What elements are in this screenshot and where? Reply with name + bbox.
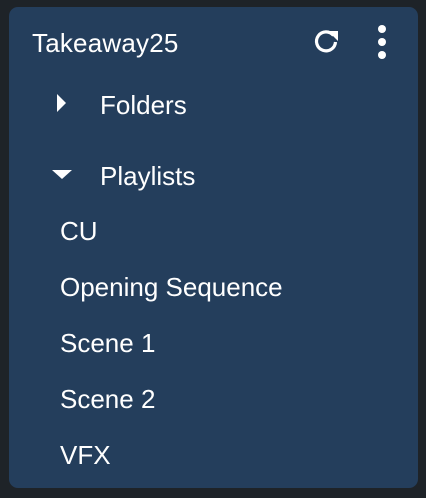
playlist-item-cu[interactable]: CU	[9, 210, 418, 266]
more-vertical-icon	[378, 25, 386, 59]
playlists-label: Playlists	[100, 161, 196, 191]
folders-label: Folders	[100, 90, 187, 120]
playlist-item-label: Scene 1	[60, 328, 156, 358]
caret-right-icon	[57, 94, 66, 112]
playlist-item-label: Scene 2	[60, 384, 156, 414]
playlist-item-label: VFX	[60, 440, 111, 470]
panel-title: Takeaway25	[32, 28, 179, 58]
playlist-item-opening-sequence[interactable]: Opening Sequence	[9, 266, 418, 322]
playlist-item-vfx[interactable]: VFX	[9, 434, 418, 490]
refresh-icon	[314, 30, 338, 53]
playlist-list: CU Opening Sequence Scene 1 Scene 2 VFX	[9, 210, 418, 490]
playlist-item-label: Opening Sequence	[60, 272, 283, 302]
playlist-item-scene-1[interactable]: Scene 1	[9, 322, 418, 378]
folders-section-toggle[interactable]: Folders	[9, 79, 418, 131]
caret-down-icon	[52, 170, 72, 179]
panel-header: Takeaway25	[9, 7, 418, 77]
playlist-item-scene-2[interactable]: Scene 2	[9, 378, 418, 434]
more-options-button[interactable]	[368, 24, 396, 60]
refresh-button[interactable]	[311, 26, 341, 56]
playlist-panel: Takeaway25 Folders Playlists CU Opening …	[9, 7, 418, 488]
playlist-item-label: CU	[60, 216, 98, 246]
playlists-section-toggle[interactable]: Playlists	[9, 150, 418, 202]
